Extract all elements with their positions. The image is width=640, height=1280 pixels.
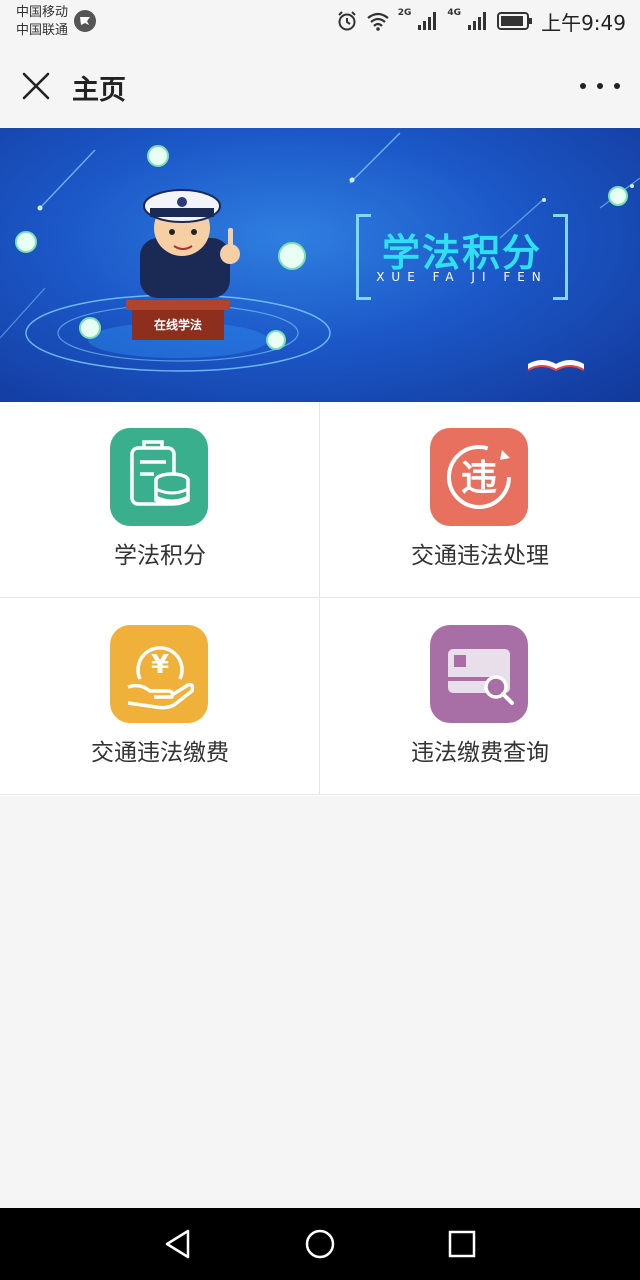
banner-title-box: 学法积分 XUE FA JI FEN bbox=[356, 214, 568, 300]
more-icon[interactable] bbox=[580, 76, 620, 96]
signal-icon-2 bbox=[467, 11, 489, 31]
status-bar: 中国移动 中国联通 2G 4G 上午9:49 bbox=[0, 0, 640, 44]
carrier-info: 中国移动 中国联通 bbox=[16, 4, 68, 40]
wifi-icon bbox=[366, 11, 390, 31]
recents-icon[interactable] bbox=[446, 1228, 478, 1260]
top-nav-bar: 主页 bbox=[0, 44, 640, 128]
page-title: 主页 bbox=[72, 75, 126, 106]
menu-label: 违法缴费查询 bbox=[411, 740, 549, 766]
menu-item-violation-payment[interactable]: ¥ 交通违法缴费 bbox=[0, 599, 320, 795]
network-type-1: 2G bbox=[397, 8, 412, 18]
svg-text:违: 违 bbox=[461, 458, 497, 499]
banner[interactable]: 在线学法 学法积分 XUE FA JI FEN bbox=[0, 128, 640, 402]
menu-label: 交通违法缴费 bbox=[91, 740, 229, 766]
banner-title: 学法积分 bbox=[381, 231, 542, 275]
clock-time: 上午9:49 bbox=[541, 10, 626, 35]
system-nav-bar bbox=[0, 1208, 640, 1280]
violation-icon: 违 bbox=[430, 428, 528, 526]
menu-label: 学法积分 bbox=[114, 543, 206, 569]
menu-item-violation-handling[interactable]: 违 交通违法处理 bbox=[320, 402, 640, 598]
network-type-2: 4G bbox=[447, 8, 462, 18]
status-icons: 2G 4G 上午9:49 bbox=[336, 8, 626, 35]
carrier-1: 中国移动 bbox=[16, 5, 69, 20]
svg-text:¥: ¥ bbox=[151, 650, 169, 680]
menu-item-payment-query[interactable]: 违法缴费查询 bbox=[320, 599, 640, 795]
close-icon[interactable] bbox=[20, 70, 52, 102]
card-search-icon bbox=[430, 625, 528, 723]
home-icon[interactable] bbox=[304, 1228, 336, 1260]
carrier-2: 中国联通 bbox=[16, 23, 69, 38]
podium-label: 在线学法 bbox=[153, 318, 202, 332]
menu-label: 交通违法处理 bbox=[411, 543, 549, 569]
points-icon bbox=[110, 428, 208, 526]
book-icon bbox=[527, 360, 585, 372]
menu-item-study-points[interactable]: 学法积分 bbox=[0, 402, 320, 598]
payment-icon: ¥ bbox=[110, 625, 208, 723]
hotspot-icon bbox=[74, 10, 96, 32]
alarm-icon bbox=[336, 10, 358, 32]
back-icon[interactable] bbox=[162, 1228, 194, 1260]
battery-icon bbox=[497, 12, 533, 30]
menu-grid: 学法积分 违 交通违法处理 ¥ 交通违法缴费 违法缴费查询 bbox=[0, 402, 640, 796]
signal-icon bbox=[417, 11, 439, 31]
banner-subtitle: XUE FA JI FEN bbox=[376, 270, 548, 284]
